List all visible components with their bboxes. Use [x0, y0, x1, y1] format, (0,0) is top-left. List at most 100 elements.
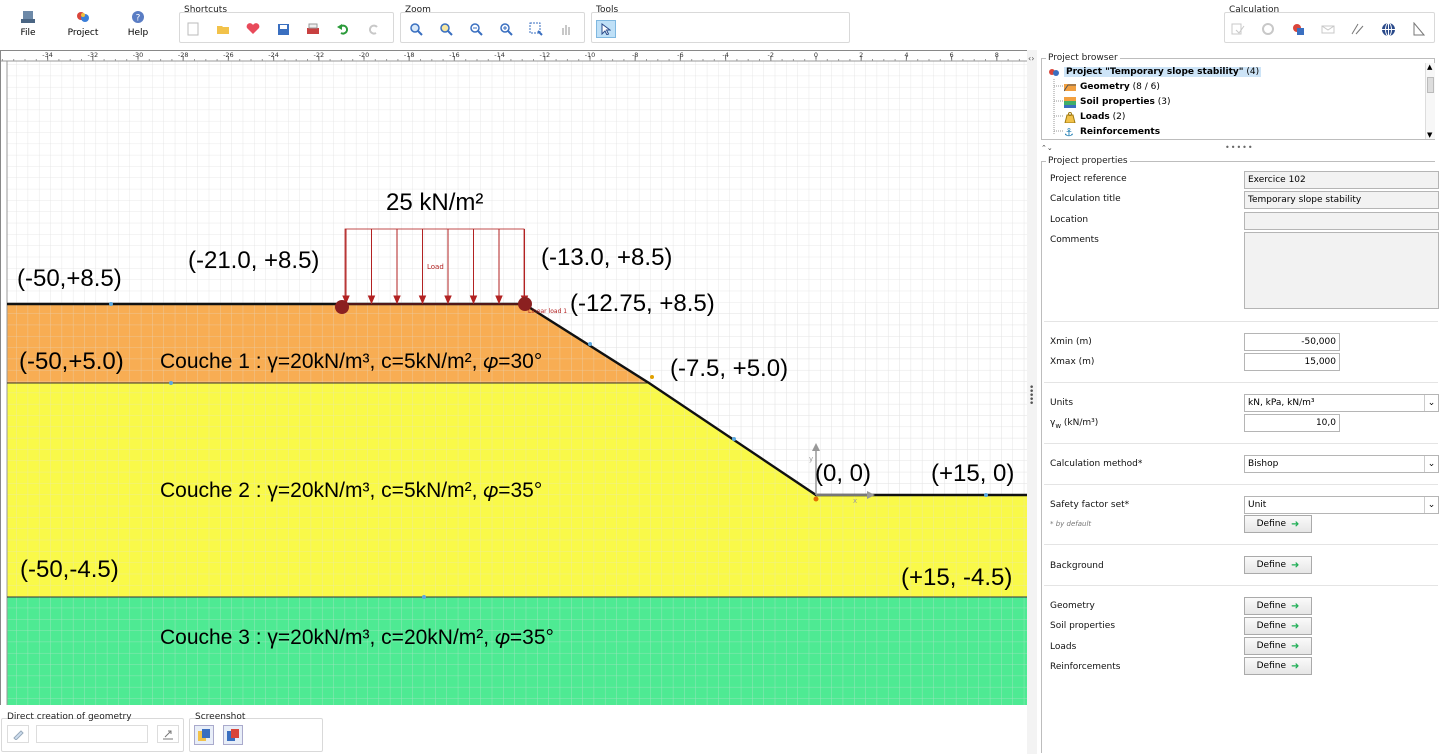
load-small-label: Load	[427, 263, 444, 271]
coord-label: (+15, -4.5)	[901, 564, 1013, 591]
file-button[interactable]: File	[8, 8, 48, 44]
loads-define-button[interactable]: Define ➜	[1244, 637, 1312, 655]
calc-slip-icon[interactable]	[1350, 21, 1366, 37]
horizontal-splitter-grip-icon[interactable]: •••••	[1225, 143, 1254, 152]
tree-item-reinforcements[interactable]: ⚓ Reinforcements	[1064, 125, 1160, 139]
chevron-down-icon[interactable]: ⌄	[1424, 395, 1438, 411]
zoom-selection-icon[interactable]	[528, 21, 544, 37]
point-marker[interactable]	[422, 595, 426, 599]
zoom-group: Zoom	[400, 5, 585, 43]
xmin-input[interactable]: -50,000	[1244, 333, 1340, 351]
print-icon[interactable]	[305, 21, 321, 37]
comments-textarea[interactable]	[1244, 232, 1439, 309]
ruler-tick-label: -22	[313, 51, 324, 59]
point-marker[interactable]	[984, 493, 988, 497]
project-icon	[1049, 68, 1059, 76]
open-folder-icon[interactable]	[215, 21, 231, 37]
ruler-tick-label: -32	[87, 51, 98, 59]
zoom-out-icon[interactable]	[468, 21, 484, 37]
undo-icon[interactable]	[335, 21, 351, 37]
xmin-label: Xmin (m)	[1050, 337, 1092, 347]
tree-item-loads[interactable]: Loads (2)	[1064, 110, 1125, 124]
origin-marker[interactable]	[813, 496, 819, 502]
point-marker[interactable]	[650, 375, 654, 379]
ruler-tick-label: -16	[449, 51, 460, 59]
tools-title: Tools	[596, 5, 619, 15]
geometry-command-input[interactable]	[36, 725, 148, 743]
scroll-thumb[interactable]	[1427, 77, 1434, 93]
pan-icon[interactable]	[558, 21, 574, 37]
chevron-down-icon[interactable]: ⌄	[1424, 497, 1438, 513]
drawing-canvas[interactable]: -34 -32 -30 -28 -26 -24 -22 -20 -18 -16 -14 -12 -10-…	[0, 50, 1027, 705]
layer-2-label: Couche 2 : γ=20kN/m³, c=5kN/m², 𝜑=35°	[160, 479, 543, 502]
gamma-w-input[interactable]: 10,0	[1244, 414, 1340, 432]
soil-properties-define-button[interactable]: Define ➜	[1244, 617, 1312, 635]
ruler-tick-label: -14	[494, 51, 505, 59]
command-run-icon[interactable]	[157, 725, 179, 743]
help-label: Help	[127, 28, 149, 38]
ruler-tick-label: 6	[950, 51, 954, 59]
geometry-define-button[interactable]: Define ➜	[1244, 597, 1312, 615]
tree-item-soil-properties[interactable]: Soil properties (3)	[1064, 95, 1171, 109]
xmax-input[interactable]: 15,000	[1244, 353, 1340, 371]
tree-item-project[interactable]: Project "Temporary slope stability" (4)	[1048, 65, 1262, 79]
collapse-arrows-icon[interactable]: ‹›	[1028, 54, 1034, 63]
screenshot-copy-icon[interactable]	[194, 725, 214, 745]
calc-angle-icon[interactable]	[1410, 21, 1426, 37]
point-marker[interactable]	[732, 437, 736, 441]
calc-envelope-icon[interactable]	[1320, 21, 1336, 37]
coord-label: (+15, 0)	[931, 460, 1015, 487]
load-end-handle[interactable]	[518, 297, 532, 311]
browser-scrollbar[interactable]: ▲ ▼	[1425, 63, 1435, 139]
project-reference-input[interactable]: Exercice 102	[1244, 171, 1439, 189]
calculation-title-input[interactable]: Temporary slope stability	[1244, 191, 1439, 209]
collapse-toggle-icon[interactable]: ⌃⌄	[1041, 144, 1053, 152]
splitter-grip-icon[interactable]: • • • • •	[1029, 384, 1034, 409]
calculation-method-select[interactable]: Bishop ⌄	[1244, 455, 1439, 473]
point-marker[interactable]	[588, 342, 592, 346]
point-marker[interactable]	[169, 381, 173, 385]
safety-factor-select[interactable]: Unit ⌄	[1244, 496, 1439, 514]
load-start-handle[interactable]	[335, 300, 349, 314]
zoom-window-icon[interactable]	[438, 21, 454, 37]
layer-3-label: Couche 3 : γ=20kN/m³, c=20kN/m², 𝜑=35°	[160, 626, 554, 649]
reinforcements-define-button[interactable]: Define ➜	[1244, 657, 1312, 675]
select-pointer-icon[interactable]	[596, 20, 616, 38]
tree-item-geometry[interactable]: Geometry (8 / 6)	[1064, 80, 1160, 94]
ruler-tick-label: -30	[133, 51, 144, 59]
project-button[interactable]: Project	[63, 8, 103, 44]
arrow-right-icon: ➜	[1291, 518, 1300, 530]
calc-check-icon[interactable]	[1230, 21, 1246, 37]
favorite-heart-icon[interactable]	[245, 21, 261, 37]
new-file-icon[interactable]	[185, 21, 201, 37]
project-properties: Project properties Project reference Exe…	[1041, 156, 1439, 753]
geometry-svg[interactable]: -34 -32 -30 -28 -26 -24 -22 -20 -18 -16 -14 -12 -10-…	[1, 51, 1027, 705]
background-define-button[interactable]: Define ➜	[1244, 556, 1312, 574]
save-icon[interactable]	[275, 21, 291, 37]
scroll-up-icon[interactable]: ▲	[1427, 63, 1432, 71]
ruler-tick-label: 4	[904, 51, 908, 59]
project-icon	[77, 12, 89, 22]
help-button[interactable]: ? Help	[118, 8, 158, 44]
screenshot-save-icon[interactable]	[223, 725, 243, 745]
calc-run-icon[interactable]	[1260, 21, 1276, 37]
default-note: * by default	[1050, 520, 1092, 528]
project-browser: Project browser ▲ ▼ Project "Temporary s…	[1041, 53, 1435, 140]
zoom-in-icon[interactable]	[498, 21, 514, 37]
calc-results-icon[interactable]	[1290, 21, 1306, 37]
zoom-extents-icon[interactable]	[408, 21, 424, 37]
pencil-icon[interactable]	[7, 725, 29, 743]
calc-globe-icon[interactable]	[1380, 21, 1396, 37]
arrow-right-icon: ➜	[1291, 600, 1300, 612]
redo-icon[interactable]	[365, 21, 381, 37]
vertical-splitter[interactable]: ‹› • • • • •	[1027, 50, 1037, 754]
point-marker[interactable]	[109, 302, 113, 306]
safety-define-button[interactable]: Define ➜	[1244, 515, 1312, 533]
shortcuts-title: Shortcuts	[184, 5, 228, 15]
help-icon: ?	[132, 11, 144, 24]
location-label: Location	[1050, 215, 1089, 225]
units-select[interactable]: kN, kPa, kN/m³ ⌄	[1244, 394, 1439, 412]
location-input[interactable]	[1244, 212, 1439, 230]
chevron-down-icon[interactable]: ⌄	[1424, 456, 1438, 472]
scroll-down-icon[interactable]: ▼	[1427, 131, 1432, 139]
